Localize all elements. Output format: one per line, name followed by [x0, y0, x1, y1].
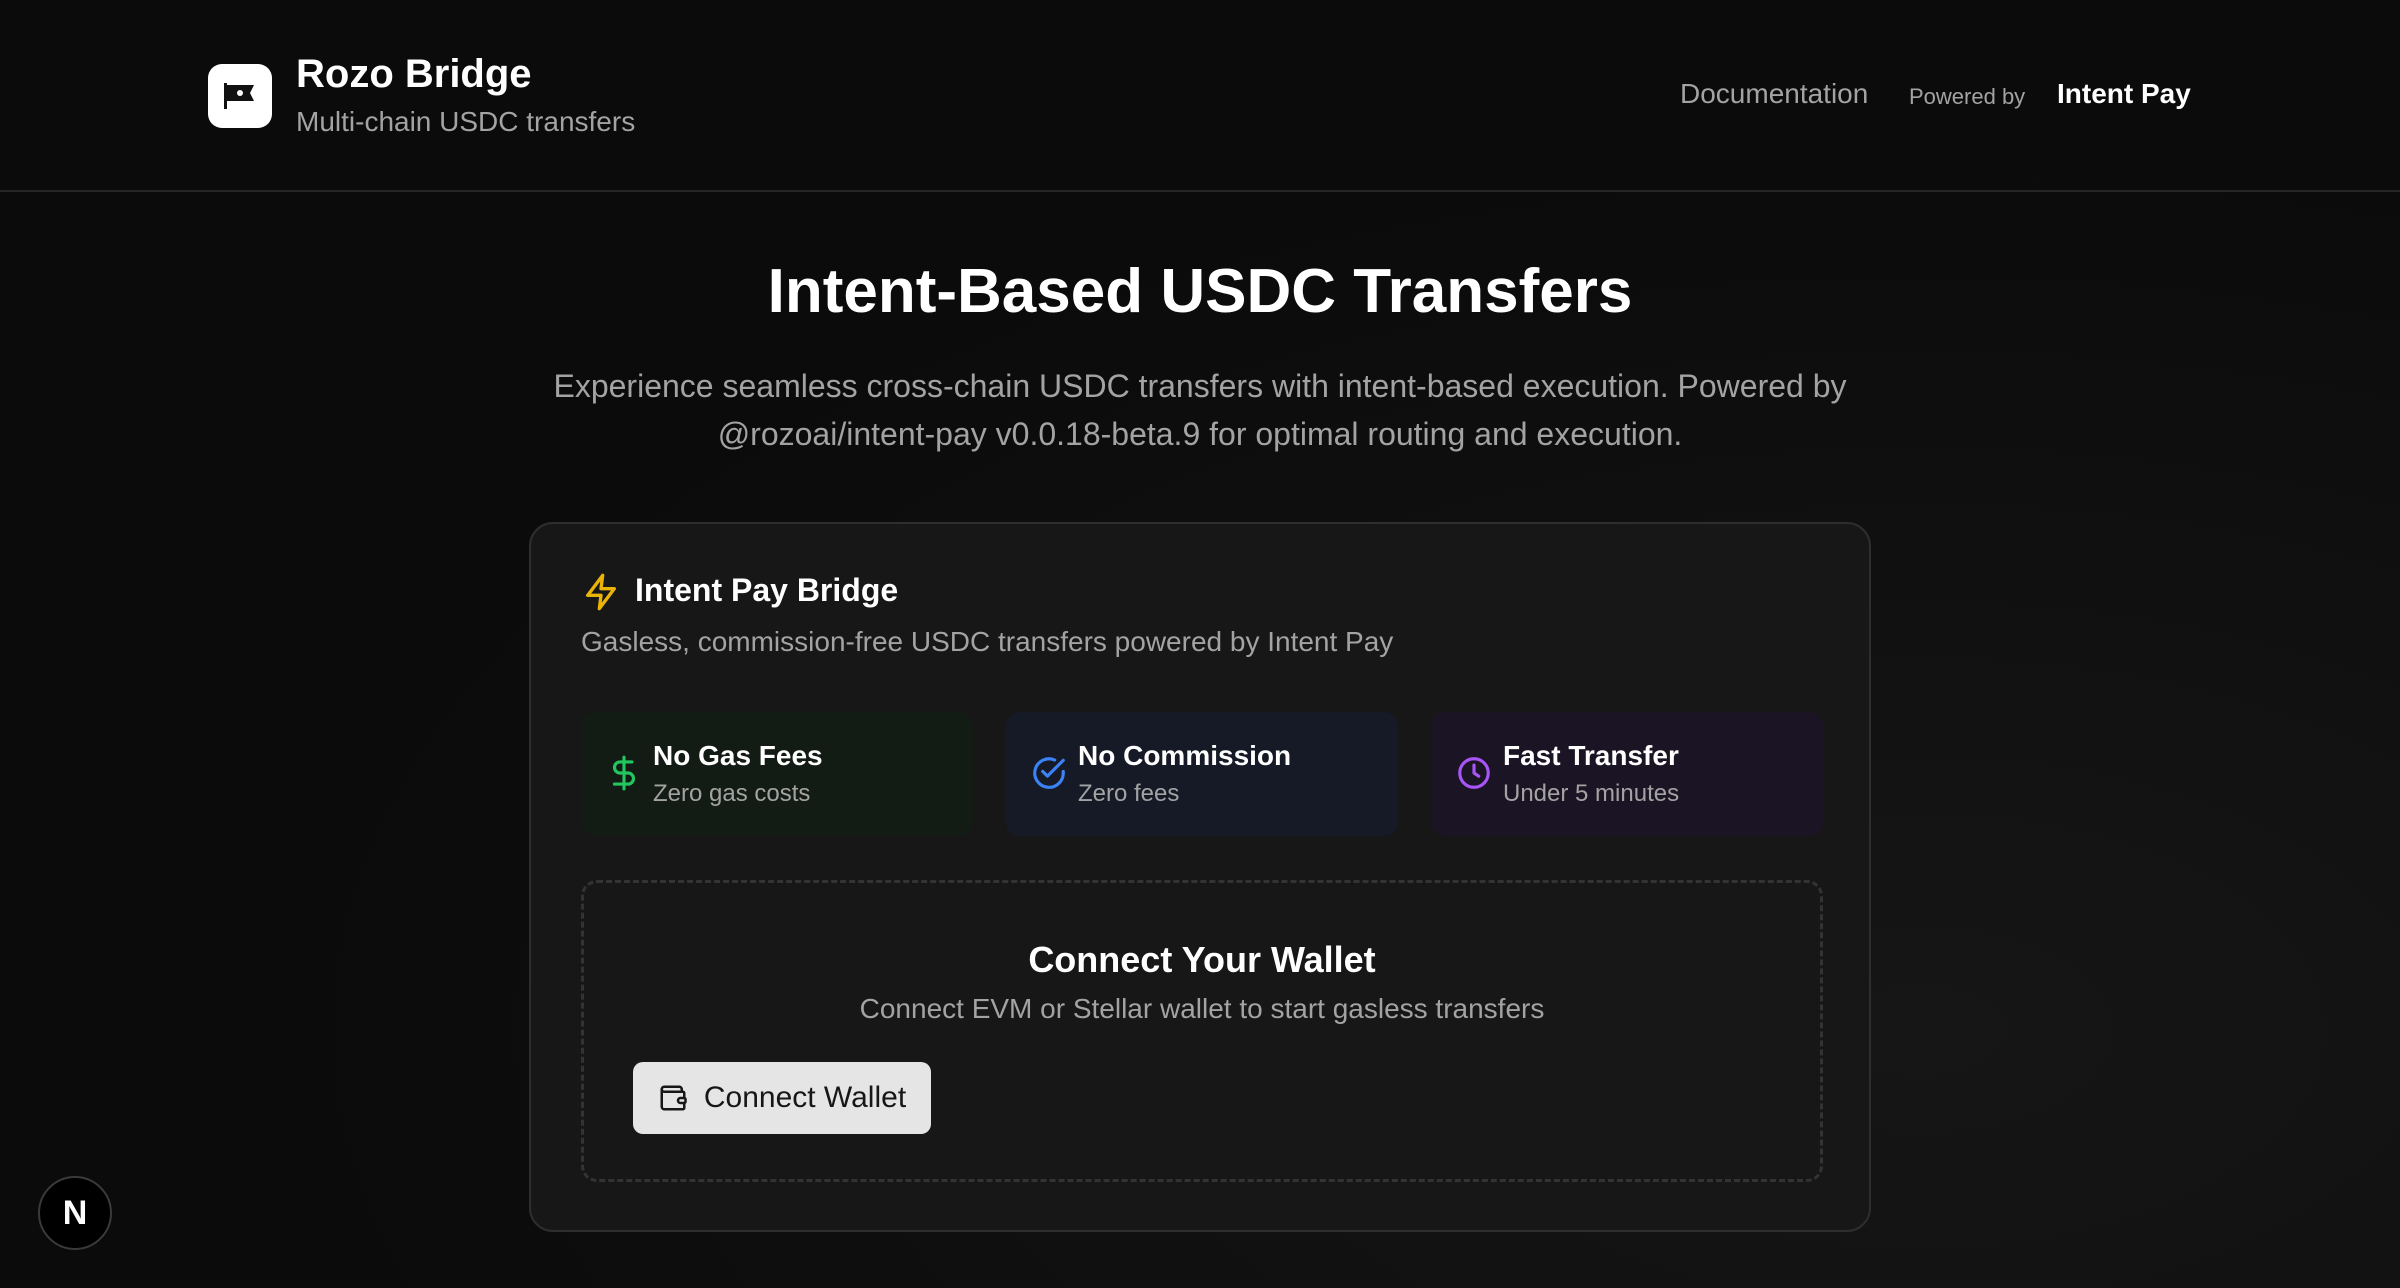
flag-icon	[224, 83, 254, 109]
dev-tools-badge[interactable]: N	[38, 1176, 112, 1250]
card-subtitle: Gasless, commission-free USDC transfers …	[581, 626, 1394, 657]
wallet-icon	[660, 1085, 687, 1111]
brand-subtitle: Multi-chain USDC transfers	[296, 106, 636, 137]
feature-title: Fast Transfer	[1503, 740, 1679, 771]
intent-pay-link[interactable]: Intent Pay	[2057, 78, 2191, 110]
card-title: Intent Pay Bridge	[635, 572, 899, 608]
page-title: Intent-Based USDC Transfers	[767, 257, 1633, 326]
lightning-icon	[586, 573, 616, 611]
feature-no-commission: No Commission Zero fees	[1006, 712, 1398, 836]
feature-title: No Gas Fees	[653, 740, 823, 771]
brand-title: Rozo Bridge	[296, 52, 532, 96]
feature-subtitle: Under 5 minutes	[1503, 780, 1680, 807]
feature-subtitle: Zero gas costs	[653, 780, 811, 807]
clock-icon	[1458, 757, 1490, 789]
dollar-icon	[612, 755, 635, 791]
connect-wallet-panel: Connect Your Wallet Connect EVM or Stell…	[581, 880, 1823, 1182]
check-circle-icon	[1033, 757, 1065, 789]
hero-description-line-1: Experience seamless cross-chain USDC tra…	[553, 368, 1847, 404]
feature-no-gas-fees: No Gas Fees Zero gas costs	[581, 712, 973, 836]
bridge-card: Intent Pay Bridge Gasless, commission-fr…	[529, 522, 1871, 1232]
brand-logo[interactable]	[208, 64, 272, 128]
feature-title: No Commission	[1078, 740, 1292, 771]
hero-description: Experience seamless cross-chain USDC tra…	[500, 362, 1900, 458]
connect-title: Connect Your Wallet	[1028, 939, 1376, 980]
connect-wallet-label: Connect Wallet	[703, 1081, 907, 1114]
connect-subtitle: Connect EVM or Stellar wallet to start g…	[859, 993, 1545, 1024]
documentation-link[interactable]: Documentation	[1680, 78, 1868, 110]
feature-fast-transfer: Fast Transfer Under 5 minutes	[1431, 712, 1823, 836]
hero-description-line-2: @rozoai/intent-pay v0.0.18-beta.9 for op…	[717, 416, 1683, 452]
connect-wallet-button[interactable]: Connect Wallet	[633, 1062, 931, 1134]
feature-subtitle: Zero fees	[1078, 780, 1180, 807]
powered-by-label: Powered by	[1909, 84, 2026, 109]
app-header: Rozo Bridge Multi-chain USDC transfers D…	[0, 0, 2400, 192]
